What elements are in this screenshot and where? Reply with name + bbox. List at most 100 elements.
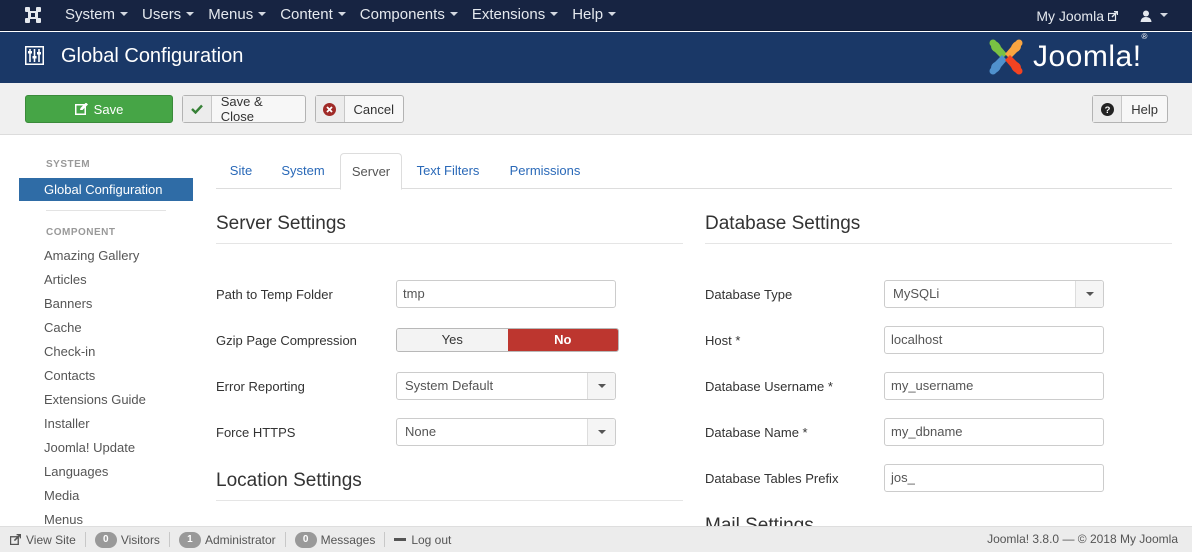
tab-server[interactable]: Server: [340, 153, 402, 190]
admin-count-badge: 1: [178, 531, 201, 548]
sidebar-item-global-configuration[interactable]: Global Configuration: [19, 178, 193, 201]
section-divider: [705, 243, 1172, 244]
menu-content[interactable]: Content: [273, 0, 353, 31]
sidebar-item-installer[interactable]: Installer: [44, 414, 146, 438]
save-close-button[interactable]: Save & Close: [182, 94, 306, 124]
sidebar-item-articles[interactable]: Articles: [44, 270, 146, 294]
database-type-select[interactable]: MySQLi: [884, 280, 1104, 308]
user-icon: [1140, 10, 1152, 22]
database-type-label: Database Type: [705, 287, 793, 302]
sidebar-item-check-in[interactable]: Check-in: [44, 342, 146, 366]
table-prefix-label: Database Tables Prefix: [705, 471, 839, 486]
view-site-link[interactable]: View Site: [0, 532, 85, 548]
menu-users[interactable]: Users: [135, 0, 201, 31]
main-menu: System Users Menus Content Components Ex…: [58, 0, 623, 31]
question-circle-icon: ?: [1093, 96, 1123, 122]
tab-text-filters[interactable]: Text Filters: [406, 153, 490, 189]
menu-system[interactable]: System: [58, 0, 135, 31]
external-link-icon: [1108, 10, 1118, 21]
table-prefix-input[interactable]: jos_: [884, 464, 1104, 492]
joomla-menu-logo-icon[interactable]: [22, 6, 44, 24]
gzip-toggle: Yes No: [396, 328, 619, 352]
menu-menus[interactable]: Menus: [201, 0, 273, 31]
sidebar-item-banners[interactable]: Banners: [44, 294, 146, 318]
sidebar-item-joomla-update[interactable]: Joomla! Update: [44, 438, 146, 462]
host-input[interactable]: localhost: [884, 326, 1104, 354]
sidebar-item-amazing-gallery[interactable]: Amazing Gallery: [44, 246, 146, 270]
sidebar-item-menus[interactable]: Menus: [44, 510, 146, 526]
database-name-input[interactable]: my_dbname: [884, 418, 1104, 446]
database-username-label: Database Username *: [705, 379, 833, 394]
save-button[interactable]: Save: [25, 95, 173, 123]
messages-count-badge: 0: [294, 531, 317, 548]
visitors-count-badge: 0: [94, 531, 117, 548]
mail-settings-clip: Mail Settings: [700, 512, 900, 526]
navbar-right: My Joomla: [1036, 0, 1168, 31]
gzip-yes-option[interactable]: Yes: [397, 329, 508, 351]
tab-permissions[interactable]: Permissions: [498, 153, 592, 189]
sidebar-item-languages[interactable]: Languages: [44, 462, 146, 486]
equalizer-icon: [25, 46, 44, 65]
caret-down-icon: [449, 12, 458, 17]
status-bar: View Site 0 Visitors 1 Administrator 0 M…: [0, 526, 1192, 552]
chevron-down-icon: [587, 419, 615, 445]
server-settings-heading: Server Settings: [216, 213, 346, 234]
error-reporting-label: Error Reporting: [216, 379, 305, 394]
tab-site[interactable]: Site: [216, 153, 266, 189]
joomla-brand: Joomla!®: [985, 32, 1148, 76]
minus-icon: [394, 538, 407, 541]
joomla-logo-icon: [989, 39, 1023, 75]
location-settings-heading: Location Settings: [216, 470, 362, 491]
my-joomla-link[interactable]: My Joomla: [1036, 8, 1118, 24]
force-https-select[interactable]: None: [396, 418, 616, 446]
sidebar-item-extensions-guide[interactable]: Extensions Guide: [44, 390, 146, 414]
config-tabs: Site System Server Text Filters Permissi…: [216, 153, 1172, 190]
page-header: Global Configuration Joomla!®: [0, 32, 1192, 83]
cancel-circle-icon: [316, 96, 345, 122]
checkmark-icon: [183, 96, 212, 122]
logout-link[interactable]: Log out: [385, 532, 460, 548]
error-reporting-select[interactable]: System Default: [396, 372, 616, 400]
sidebar-item-cache[interactable]: Cache: [44, 318, 146, 342]
messages-link[interactable]: 0 Messages: [286, 531, 385, 548]
temp-folder-input[interactable]: tmp: [396, 280, 616, 308]
version-copyright: Joomla! 3.8.0 — © 2018 My Joomla: [987, 532, 1178, 546]
top-navbar: System Users Menus Content Components Ex…: [0, 0, 1192, 31]
caret-down-icon: [337, 12, 346, 17]
menu-help[interactable]: Help: [565, 0, 623, 31]
sidebar: SYSTEM Global Configuration COMPONENT Am…: [0, 136, 210, 526]
sidebar-item-contacts[interactable]: Contacts: [44, 366, 146, 390]
database-username-input[interactable]: my_username: [884, 372, 1104, 400]
toolbar: Save Save & Close Cancel ? Help: [0, 83, 1192, 135]
force-https-label: Force HTTPS: [216, 425, 296, 440]
section-divider: [216, 243, 683, 244]
sidebar-divider: [46, 210, 166, 211]
gzip-no-option[interactable]: No: [507, 329, 618, 351]
menu-extensions[interactable]: Extensions: [465, 0, 565, 31]
gzip-label: Gzip Page Compression: [216, 333, 357, 348]
section-divider: [216, 500, 683, 501]
temp-folder-label: Path to Temp Folder: [216, 287, 333, 302]
brand-name: Joomla!®: [1033, 32, 1148, 73]
external-link-icon: [10, 534, 21, 545]
caret-down-icon: [608, 12, 617, 17]
host-label: Host *: [705, 333, 741, 348]
menu-components[interactable]: Components: [353, 0, 465, 31]
help-button[interactable]: ? Help: [1092, 95, 1168, 123]
sidebar-heading-system: SYSTEM: [46, 159, 91, 170]
caret-down-icon: [1160, 12, 1168, 17]
cancel-button[interactable]: Cancel: [315, 95, 404, 123]
chevron-down-icon: [1075, 281, 1103, 307]
svg-text:?: ?: [1104, 105, 1110, 116]
visitors-link[interactable]: 0 Visitors: [86, 531, 169, 548]
caret-down-icon: [550, 12, 559, 17]
sidebar-component-list: Amazing Gallery Articles Banners Cache C…: [44, 246, 146, 526]
sidebar-item-media[interactable]: Media: [44, 486, 146, 510]
edit-icon: [74, 103, 88, 115]
user-menu[interactable]: [1140, 10, 1168, 22]
administrator-link[interactable]: 1 Administrator: [170, 531, 285, 548]
page-title: Global Configuration: [61, 45, 244, 67]
tab-system[interactable]: System: [268, 153, 338, 189]
database-name-label: Database Name *: [705, 425, 808, 440]
mail-settings-heading: Mail Settings: [705, 515, 814, 526]
